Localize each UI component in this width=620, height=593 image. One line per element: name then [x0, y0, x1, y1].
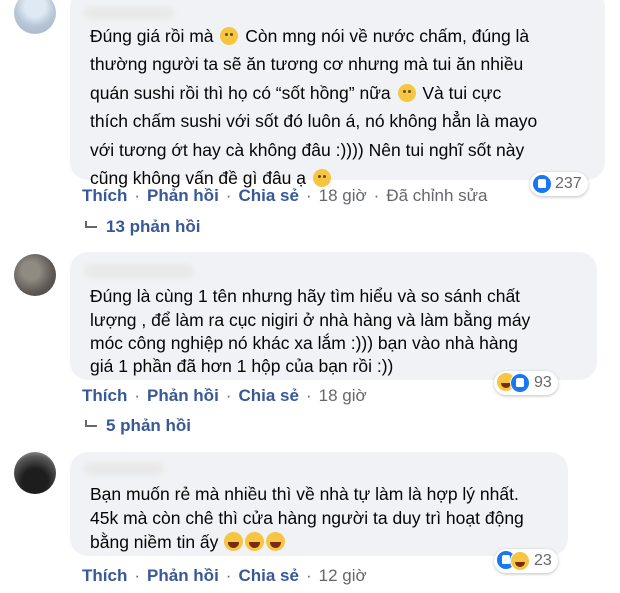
share-button[interactable]: Chia sẻ [238, 566, 298, 586]
timestamp[interactable]: 18 giờ [319, 186, 367, 206]
haha-reaction-icon [510, 551, 530, 571]
comment-line: với tương ớt hay cà không đâu :)))) Nên … [90, 140, 525, 160]
like-reaction-icon [510, 373, 530, 393]
reply-arrow-icon [84, 221, 98, 233]
timestamp[interactable]: 18 giờ [319, 386, 367, 406]
comment-line: Bạn muốn rẻ mà nhiều thì về nhà tự làm l… [90, 484, 519, 504]
smile-emoji-icon [397, 84, 416, 102]
comment-line: Đúng là cùng 1 tên nhưng hãy tìm hiểu và… [90, 286, 521, 306]
avatar[interactable] [14, 0, 56, 34]
reaction-count: 237 [555, 175, 582, 192]
reaction-summary[interactable]: 93 [494, 371, 558, 395]
like-button[interactable]: Thích [82, 386, 127, 406]
like-button[interactable]: Thích [82, 566, 127, 586]
comment-actions: Thích · Phản hồi · Chia sẻ · 18 giờ [82, 386, 367, 406]
edited-label[interactable]: Đã chỉnh sửa [386, 186, 487, 206]
like-reaction-icon [533, 175, 551, 193]
comment-line: Đúng giá rồi mà Còn mng nói về nước chấm… [90, 26, 530, 46]
comment-line: thích chấm sushi với sốt đó luôn á, nó k… [90, 111, 538, 131]
reaction-summary[interactable]: 23 [494, 549, 558, 573]
laugh-emoji-icon [245, 532, 265, 551]
commenter-name-blurred[interactable] [84, 264, 194, 278]
comment-line: bằng niềm tin ấy [90, 532, 286, 552]
reaction-count: 23 [534, 552, 552, 569]
comment-bubble: Đúng là cùng 1 tên nhưng hãy tìm hiểu và… [70, 252, 597, 380]
comment-line: 45k mà còn chê thì cửa hàng người ta duy… [90, 508, 524, 528]
reply-arrow-icon [84, 420, 98, 432]
view-replies-link[interactable]: 5 phản hồi [84, 416, 191, 436]
commenter-name-blurred[interactable] [84, 6, 174, 20]
comment-bubble: Đúng giá rồi mà Còn mng nói về nước chấm… [70, 0, 605, 188]
comment-bubble: Bạn muốn rẻ mà nhiều thì về nhà tự làm l… [70, 452, 568, 556]
reply-button[interactable]: Phản hồi [147, 186, 219, 206]
avatar[interactable] [14, 452, 56, 494]
comment-actions: Thích · Phản hồi · Chia sẻ · 12 giờ [82, 566, 367, 586]
reaction-count: 93 [534, 374, 552, 391]
laugh-emoji-icon [224, 532, 244, 551]
share-button[interactable]: Chia sẻ [238, 186, 298, 206]
avatar[interactable] [14, 254, 56, 296]
comment-line: giá 1 phần đã hơn 1 hộp của bạn rồi :)) [90, 356, 394, 376]
reaction-summary[interactable]: 237 [530, 172, 588, 196]
comment-line: cũng không vấn đề gì đâu ạ [90, 168, 333, 188]
comment-line: lượng , để làm ra cục nigiri ở nhà hàng … [90, 310, 531, 330]
commenter-name-blurred[interactable] [84, 462, 164, 476]
view-replies-link[interactable]: 13 phản hồi [84, 217, 200, 237]
laugh-emoji-icon [266, 532, 286, 551]
share-button[interactable]: Chia sẻ [238, 386, 298, 406]
comment-line: móc công nghiệp nó khác xa lắm :))) bạn … [90, 333, 519, 353]
reply-button[interactable]: Phản hồi [147, 386, 219, 406]
reply-button[interactable]: Phản hồi [147, 566, 219, 586]
comment-actions: Thích · Phản hồi · Chia sẻ · 18 giờ · Đã… [82, 186, 488, 206]
smile-emoji-icon [220, 27, 239, 45]
smile-emoji-icon [312, 169, 331, 187]
comment-line: thường người ta sẽ ăn tương cơ nhưng mà … [90, 54, 524, 74]
comment-line: quán sushi rồi thì họ có “sốt hồng” nữa … [90, 83, 502, 103]
like-button[interactable]: Thích [82, 186, 127, 206]
timestamp[interactable]: 12 giờ [319, 566, 367, 586]
